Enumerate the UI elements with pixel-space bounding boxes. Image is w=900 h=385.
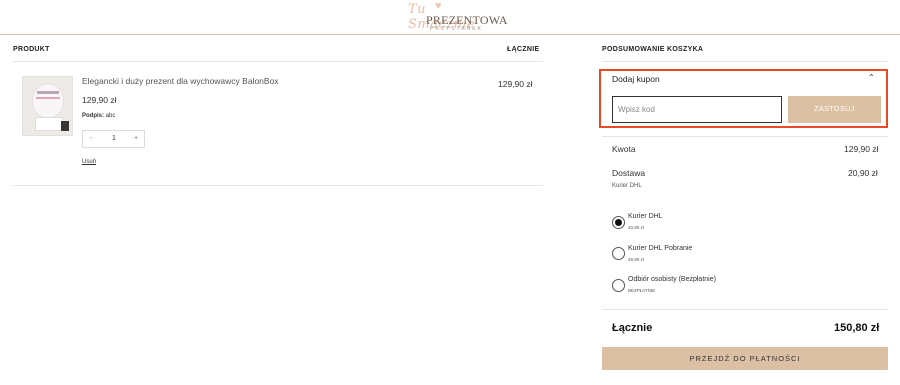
signature-label: Podpis: — [82, 113, 104, 119]
total-value: 150,80 zł — [834, 322, 880, 334]
summary-heading: PODSUMOWANIE KOSZYKA — [602, 46, 704, 53]
amount-label: Kwota — [612, 144, 636, 154]
coupon-code-input[interactable] — [612, 96, 782, 123]
shipping-option-label: Kurier DHL Pobranie — [628, 245, 693, 252]
total-label: Łącznie — [612, 322, 653, 334]
shipping-method: Kurier DHL — [612, 183, 642, 189]
chevron-up-icon[interactable]: ⌃ — [868, 73, 875, 82]
table-header-divider — [13, 61, 543, 62]
quantity-value[interactable]: 1 — [112, 135, 116, 142]
product-name-link[interactable]: Elegancki i duży prezent dla wychowawcy … — [82, 76, 279, 86]
checkout-button[interactable]: PRZEJDŹ DO PŁATNOŚCI — [602, 347, 888, 370]
site-header: ♥ Tu Smacznie PREZENTOWA PRZYSTANEK — [0, 0, 900, 35]
summary-header-divider — [602, 61, 888, 62]
coupon-section: Dodaj kupon ⌃ ZASTOSUJ — [599, 69, 888, 128]
shipping-label: Dostawa — [612, 168, 646, 178]
shipping-option-label: Odbiór osobisty (Bezpłatnie) — [628, 276, 716, 283]
coupon-toggle-label[interactable]: Dodaj kupon — [612, 74, 660, 84]
remove-item-link[interactable]: Usuń — [82, 159, 96, 165]
quantity-increase-button[interactable]: + — [134, 135, 138, 142]
shipping-option-price: 29,90 zł — [628, 257, 644, 262]
product-price: 129,90 zł — [82, 95, 117, 105]
shipping-option-price: 20,90 zł — [628, 225, 644, 230]
total-divider — [602, 309, 888, 310]
quantity-decrease-button[interactable]: - — [90, 135, 92, 142]
signature-value: abc — [105, 113, 116, 119]
product-thumbnail[interactable] — [22, 76, 73, 136]
coupon-divider — [602, 136, 888, 137]
shipping-radio-dhl[interactable] — [612, 216, 625, 229]
logo-sub-text: PRZYSTANEK — [430, 26, 483, 32]
quantity-stepper: - 1 + — [82, 130, 145, 148]
apply-coupon-button[interactable]: ZASTOSUJ — [788, 96, 881, 123]
product-signature: Podpis: abc — [82, 113, 115, 119]
site-logo[interactable]: ♥ Tu Smacznie PREZENTOWA PRZYSTANEK — [408, 0, 508, 33]
shipping-radio-dhl-cod[interactable] — [612, 247, 625, 260]
shipping-radio-pickup[interactable] — [612, 279, 625, 292]
shipping-value: 20,90 zł — [848, 168, 878, 178]
table-row-divider — [13, 185, 543, 186]
line-total: 129,90 zł — [498, 79, 533, 89]
column-header-total: ŁĄCZNIE — [507, 46, 540, 53]
shipping-option-label: Kurier DHL — [628, 213, 663, 220]
column-header-product: PRODUKT — [13, 46, 50, 53]
amount-value: 129,90 zł — [844, 144, 879, 154]
shipping-option-price: BEZPŁATNIE — [628, 288, 656, 293]
